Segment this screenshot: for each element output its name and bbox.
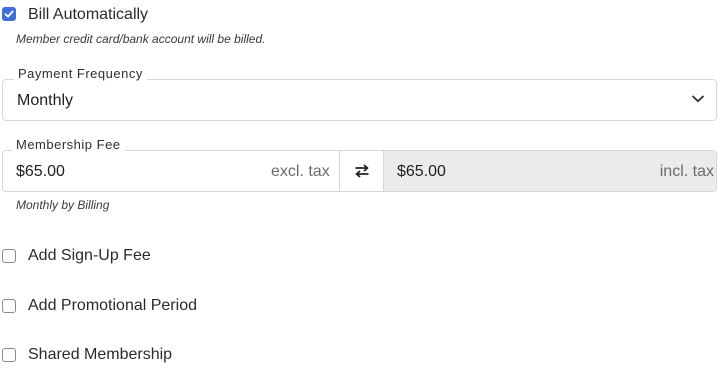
signup-fee-label[interactable]: Add Sign-Up Fee bbox=[28, 247, 151, 265]
excl-tax-suffix: excl. tax bbox=[271, 163, 330, 180]
membership-fee-hint: Monthly by Billing bbox=[16, 198, 110, 212]
swap-tax-button[interactable] bbox=[339, 151, 384, 191]
promo-period-label[interactable]: Add Promotional Period bbox=[28, 297, 197, 315]
fee-incl-value: $65.00 bbox=[397, 163, 446, 180]
payment-frequency-select[interactable]: Monthly bbox=[2, 79, 717, 121]
shared-membership-label[interactable]: Shared Membership bbox=[28, 346, 172, 364]
shared-membership-checkbox[interactable] bbox=[2, 348, 16, 362]
fee-excl-value: $65.00 bbox=[16, 163, 65, 180]
chevron-down-icon bbox=[692, 95, 704, 103]
bill-automatically-checkbox[interactable] bbox=[2, 7, 16, 21]
membership-fee-legend: Membership Fee bbox=[12, 137, 125, 152]
bill-hint: Member credit card/bank account will be … bbox=[16, 32, 266, 46]
fee-incl-tax-input: $65.00 incl. tax bbox=[384, 151, 716, 191]
incl-tax-suffix: incl. tax bbox=[659, 163, 714, 180]
bill-automatically-label[interactable]: Bill Automatically bbox=[28, 6, 148, 24]
promo-period-checkbox[interactable] bbox=[2, 299, 16, 313]
payment-frequency-value: Monthly bbox=[17, 92, 74, 109]
signup-fee-checkbox[interactable] bbox=[2, 249, 16, 263]
payment-frequency-legend: Payment Frequency bbox=[14, 66, 147, 81]
swap-arrows-icon bbox=[355, 164, 369, 178]
fee-excl-tax-input[interactable]: $65.00 excl. tax bbox=[3, 151, 339, 191]
membership-fee-group: $65.00 excl. tax $65.00 incl. tax bbox=[2, 150, 717, 192]
check-icon bbox=[4, 10, 14, 18]
